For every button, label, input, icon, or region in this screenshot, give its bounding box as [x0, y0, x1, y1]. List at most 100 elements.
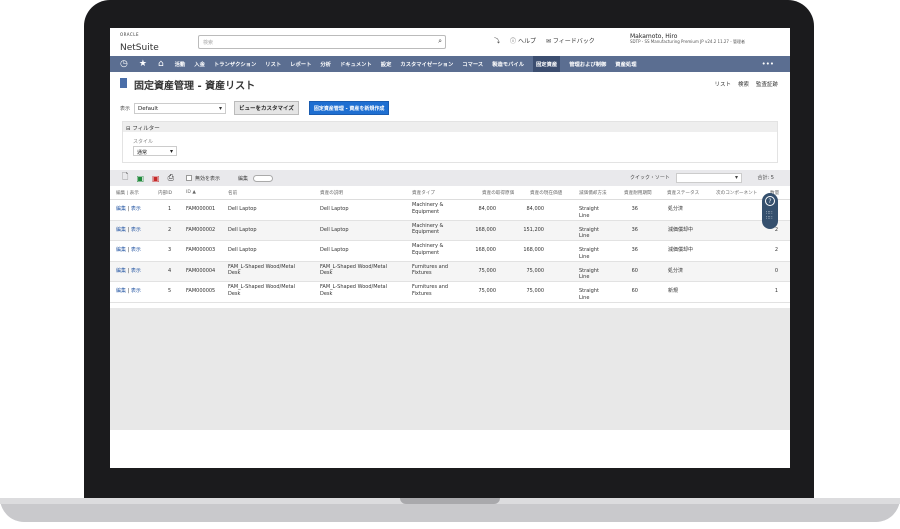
edit-link[interactable]: 編集 [116, 227, 126, 233]
nav-item[interactable]: 設定 [381, 60, 392, 68]
cell-method: Straight Line [579, 267, 599, 281]
col-current-value[interactable]: 資産の現在価値 [530, 190, 562, 196]
nav-item[interactable]: ドキュメント [340, 60, 372, 68]
col-description[interactable]: 資産の説明 [320, 190, 343, 196]
search-link[interactable]: 検索 [738, 80, 749, 88]
cell-type: Machinery & Equipment [412, 222, 444, 236]
cell-name: Dell Laptop [228, 226, 257, 233]
cell-type: Machinery & Equipment [412, 243, 444, 256]
filter-panel: ⊟ フィルター スタイル 通常 ▾ [122, 121, 778, 163]
edit-link[interactable]: 編集 [116, 288, 126, 294]
cell-cost: 84,000 [478, 206, 497, 212]
nav-item[interactable]: リスト [265, 60, 281, 68]
cell-current: 168,000 [523, 247, 544, 253]
cell-name: FAM_L-Shaped Wood/Metal Desk [228, 284, 296, 297]
cell-life: 60 [631, 267, 638, 274]
customize-view-button[interactable]: ビューをカスタマイズ [234, 101, 299, 115]
more-menu-icon[interactable]: ••• [762, 60, 774, 68]
view-link[interactable]: 表示 [131, 288, 141, 294]
cell-id: FAM000003 [186, 247, 216, 253]
total-count: 合計: 5 [757, 175, 774, 181]
edit-link[interactable]: 編集 [116, 268, 126, 274]
favorites-star-icon[interactable]: ★ [139, 59, 147, 69]
nav-item[interactable]: 資産処理 [615, 60, 636, 68]
cell-status: 新規 [668, 288, 679, 294]
cell-cost: 168,000 [475, 247, 496, 253]
style-select[interactable]: 通常 ▾ [133, 146, 177, 156]
cell-method: Straight Line [579, 288, 599, 301]
nav-item[interactable]: 入金 [194, 60, 205, 68]
new-asset-button[interactable]: 固定資産管理 - 資産を新規作成 [308, 101, 390, 115]
nav-item[interactable]: 分析 [320, 60, 331, 68]
view-link[interactable]: 表示 [131, 247, 141, 253]
nav-item[interactable]: レポート [290, 60, 311, 68]
recent-icon[interactable]: ⤵ [494, 36, 500, 45]
screen: ORACLE NetSuite 検索 ⌕ ⤵ ⓘ ヘルプ ✉ フィードバック M… [110, 28, 790, 468]
nav-item[interactable]: 管理および制御 [569, 60, 606, 68]
filter-title: フィルター [132, 126, 160, 132]
nav-item[interactable]: 製造モバイル [492, 60, 524, 68]
nav-item[interactable]: コマース [462, 60, 483, 68]
page-document-icon [120, 78, 127, 88]
cell-name: Dell Laptop [228, 206, 257, 212]
inline-edit-toggle[interactable] [253, 174, 273, 182]
chevron-down-icon: ▾ [169, 148, 173, 155]
feedback-link[interactable]: ✉ フィードバック [546, 36, 595, 45]
edit-link[interactable]: 編集 [116, 206, 126, 212]
view-link[interactable]: 表示 [131, 268, 141, 274]
question-icon[interactable]: ? [765, 196, 775, 206]
audit-trail-link[interactable]: 監査証跡 [756, 80, 778, 88]
col-asset-type[interactable]: 資産タイプ [412, 190, 435, 196]
list-link[interactable]: リスト [714, 80, 731, 88]
show-inactive-checkbox[interactable] [185, 175, 192, 181]
nav-item-active[interactable]: 固定資産 [533, 56, 561, 72]
col-id[interactable]: ID ▲ [186, 190, 196, 195]
cell-method: Straight Line [579, 226, 599, 240]
cell-status: 処分済 [668, 206, 684, 212]
netsuite-logo[interactable]: ORACLE NetSuite [120, 33, 159, 53]
cell-desc: Dell Laptop [320, 247, 349, 253]
col-method[interactable]: 減価償却方法 [579, 190, 607, 196]
cell-desc: FAM_L-Shaped Wood/Metal Desk [320, 263, 388, 277]
col-internal-id[interactable]: 内部ID [158, 190, 172, 196]
cell-type: Machinery & Equipment [412, 202, 444, 215]
help-label: ヘルプ [517, 38, 536, 45]
cell-status: 減価償却中 [668, 247, 694, 253]
export-pdf-icon[interactable]: ▣ [152, 174, 160, 183]
style-label: スタイル [133, 139, 154, 145]
new-file-icon[interactable]: 🗋 [122, 171, 128, 185]
search-icon[interactable]: ⌕ [438, 37, 442, 46]
row-edit-view-links: 編集 | 表示 [116, 247, 141, 254]
home-icon[interactable]: ⌂ [158, 59, 164, 69]
cell-life: 36 [631, 206, 638, 212]
cell-internal: 1 [168, 206, 172, 212]
cell-life: 36 [631, 226, 638, 233]
col-status[interactable]: 資産ステータス [667, 190, 699, 196]
cell-id: FAM000004 [186, 267, 216, 274]
global-search-input[interactable]: 検索 ⌕ [198, 35, 446, 49]
search-placeholder: 検索 [203, 40, 214, 46]
grid-dots-icon[interactable]: ∷∷ ∷∷ [766, 211, 772, 221]
print-icon[interactable]: ⎙ [168, 173, 174, 183]
filter-header[interactable]: ⊟ フィルター [123, 122, 777, 132]
col-name[interactable]: 名前 [228, 190, 237, 196]
nav-item[interactable]: カスタマイゼーション [400, 60, 453, 68]
nav-item[interactable]: 活動 [175, 60, 186, 68]
edit-link[interactable]: 編集 [116, 247, 126, 253]
page-header: 固定資産管理 - 資産リスト リスト 検索 監査証跡 表示 Default ▾ ビ… [110, 72, 790, 115]
export-excel-icon[interactable]: ▣ [136, 174, 144, 183]
col-life[interactable]: 資産耐用期間 [624, 190, 652, 196]
col-cost[interactable]: 資産の取得原価 [482, 190, 514, 196]
nav-item[interactable]: トランザクション [214, 60, 256, 68]
recent-records-icon[interactable]: ◷ [120, 59, 128, 69]
view-select[interactable]: Default ▾ [134, 102, 227, 114]
view-link[interactable]: 表示 [131, 227, 141, 233]
laptop-notch [400, 498, 500, 504]
col-next-component[interactable]: 次のコンポーネント [716, 190, 757, 196]
quicksort-select[interactable]: ▾ [676, 173, 742, 183]
help-widget[interactable]: ? ∷∷ ∷∷ [762, 193, 778, 229]
view-link[interactable]: 表示 [131, 206, 141, 212]
col-edit-view[interactable]: 編集 | 表示 [116, 190, 139, 196]
user-menu[interactable]: Makamoto, Hiro SDTP - SS Manufacturing P… [630, 33, 745, 45]
help-link[interactable]: ⓘ ヘルプ [510, 36, 536, 45]
